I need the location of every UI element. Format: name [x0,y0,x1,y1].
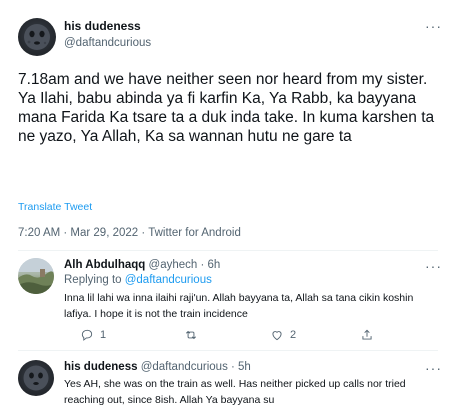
more-icon[interactable]: ··· [425,361,442,375]
moon-avatar-icon [24,24,50,50]
more-icon[interactable]: ··· [425,259,442,273]
author-name[interactable]: his dudeness [64,19,141,33]
avatar[interactable] [18,18,56,56]
divider [18,250,438,251]
avatar[interactable] [18,258,54,294]
share-icon [362,329,372,340]
like-button[interactable]: 2 [270,328,296,342]
retweet-button[interactable] [184,328,204,342]
reply-count: 1 [100,329,107,341]
reply-author-handle[interactable]: @daftandcurious · 5h [141,361,251,373]
reply-author-name[interactable]: his dudeness [64,361,138,373]
tweet-paragraph: Ya Ilahi, babu abinda ya fi karfin Ka, Y… [18,90,435,145]
reply-author[interactable]: Alh Abdulhaqq @ayhech · 6h [64,259,220,271]
divider [18,350,438,351]
tweet-text: 7.18am and we have neither seen nor hear… [18,70,438,146]
avatar[interactable] [18,360,54,396]
reply-author-handle[interactable]: @ayhech · 6h [149,259,221,271]
reply-icon [81,329,93,341]
reply-author-name[interactable]: Alh Abdulhaqq [64,259,145,271]
replying-to: Replying to @daftandcurious [64,274,212,286]
retweet-icon [186,330,196,340]
reply-text: Yes AH, she was on the train as well. Ha… [64,378,406,406]
replying-to-mention[interactable]: @daftandcurious [125,274,212,286]
moon-avatar-icon [23,365,49,391]
replying-to-prefix: Replying to [64,274,125,286]
reply-text: Inna lil lahi wa inna ilaihi raji'un. Al… [64,292,414,320]
tweet-meta[interactable]: 7:20 AM · Mar 29, 2022 · Twitter for And… [18,227,241,239]
share-button[interactable] [360,328,374,342]
heart-icon [272,331,282,341]
more-icon[interactable]: ··· [425,19,442,33]
translate-tweet-link[interactable]: Translate Tweet [18,201,92,213]
tweet-actions: 1 2 [64,328,424,344]
reply-author[interactable]: his dudeness @daftandcurious · 5h [64,361,251,373]
tweet-paragraph: 7.18am and we have neither seen nor hear… [18,71,428,88]
reply-button[interactable]: 1 [80,328,106,342]
photo-avatar-icon [18,258,54,294]
author-handle[interactable]: @daftandcurious [64,37,151,49]
like-count: 2 [290,329,297,341]
